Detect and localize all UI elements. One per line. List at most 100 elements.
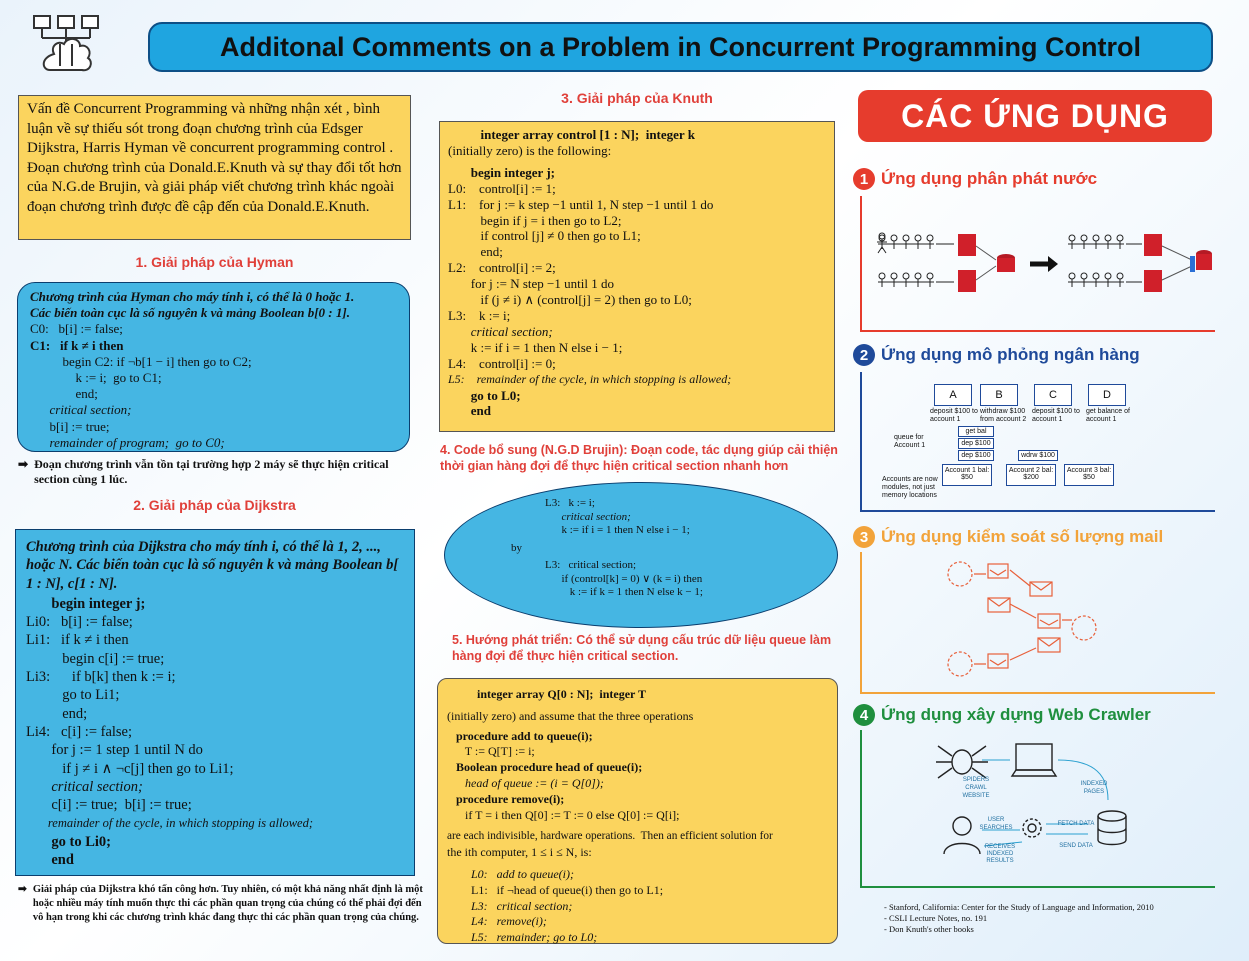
code-line: critical section; (30, 402, 132, 418)
code-line: Li3: if b[k] then k := i; (26, 669, 176, 686)
arrow-right-icon: ➡ (18, 884, 27, 895)
code-line: L5: remainder; go to L0; (447, 930, 598, 945)
reference-item: - Don Knuth's other books (884, 924, 974, 934)
app-3-panel (860, 552, 1215, 694)
code-line: L3: k := i; (448, 307, 511, 323)
crawler-label: SEND DATA (1059, 843, 1093, 849)
code-line: integer array Q[0 : N]; integer T (447, 687, 646, 701)
dijkstra-note: ➡ Giải pháp của Dijkstra khó tấn công hơ… (18, 883, 426, 925)
dijkstra-desc: Chương trình của Dijkstra cho máy tính i… (26, 539, 399, 592)
op-label: withdraw $100 from account 2 (980, 408, 1027, 423)
app-3-label: Ứng dụng kiểm soát số lượng mail (881, 527, 1164, 546)
code-line: begin C2: if ¬b[1 − i] then go to C2; (30, 353, 252, 369)
logo-icon (30, 14, 110, 84)
code-line: begin if j = i then go to L2; (448, 212, 622, 228)
code-line: begin integer j; (26, 595, 146, 612)
reference-item: - CSLI Lecture Notes, no. 191 (884, 913, 988, 923)
code-line: Boolean procedure head of queue(i); (447, 760, 643, 775)
code-line: critical section; (448, 323, 553, 339)
code-line: k := if i = 1 then N else i − 1; (448, 339, 623, 355)
queue-code-box: integer array Q[0 : N]; integer T (initi… (437, 678, 838, 944)
app-2-number: 2 (853, 344, 875, 366)
code-line: if control [j] ≠ 0 then go to L1; (448, 228, 641, 244)
code-line: k := i; go to C1; (30, 370, 162, 386)
code-line: go to Li0; (26, 833, 111, 850)
app-2-heading: 2 Ứng dụng mô phỏng ngân hàng (853, 344, 1140, 366)
apps-title: CÁC ỨNG DỤNG (858, 90, 1212, 142)
queue-label: queue for Account 1 (894, 434, 926, 449)
account-box: D (1088, 384, 1126, 406)
crawler-label: RECEIVES INDEXED RESULTS (984, 844, 1016, 864)
app-1-label: Ứng dụng phân phát nước (881, 169, 1098, 188)
reference-item: - Stanford, California: Center for the S… (884, 902, 1154, 912)
future-title: 5. Hướng phát triển: Có thể sử dụng cấu … (452, 633, 832, 663)
brujin-title: 4. Code bổ sung (N.G.D Brujin): Đoạn cod… (440, 443, 838, 473)
code-line: L3: k := i; (545, 497, 595, 509)
code-line: L4: remove(i); (447, 914, 547, 929)
dijkstra-code-box: Chương trình của Dijkstra cho máy tính i… (15, 529, 415, 876)
app-4-panel: SPIDERS CRAWL WEBSITE INDEXED PAGES USER… (860, 730, 1215, 888)
account-box: B (980, 384, 1018, 406)
hyman-note-text: Đoạn chương trình vẫn tồn tại trường hợp… (34, 457, 389, 486)
code-line: procedure add to queue(i); (447, 728, 593, 743)
account-box: C (1034, 384, 1072, 406)
code-line: Li4: c[i] := false; (26, 723, 133, 740)
code-line: k := if i = 1 then N else i − 1; (545, 524, 690, 536)
code-line: by (511, 541, 522, 554)
op-label: get balance of account 1 (1086, 408, 1130, 423)
water-dispenser-diagram (877, 232, 1212, 292)
queue-item: dep $100 (958, 450, 994, 461)
code-line: L2: control[i] := 2; (448, 260, 556, 276)
knuth-code-box: integer array control [1 : N]; integer k… (439, 121, 835, 432)
code-line: (initially zero) is the following: (448, 142, 612, 158)
code-line: procedure remove(i); (447, 791, 565, 806)
app-1-panel (860, 196, 1215, 332)
app-2-label: Ứng dụng mô phỏng ngân hàng (881, 345, 1140, 364)
web-crawler-diagram (936, 743, 1127, 855)
code-line: C0: b[i] := false; (30, 321, 123, 337)
code-line: for j := N step −1 until 1 do (448, 276, 614, 292)
app-1-number: 1 (853, 168, 875, 190)
code-line: integer array control [1 : N]; integer k (448, 127, 695, 142)
code-line: L1: if ¬head of queue(i) then go to L1; (447, 882, 664, 897)
hyman-title: 1. Giải pháp của Hyman (135, 254, 294, 270)
page-title: Additonal Comments on a Problem in Concu… (148, 22, 1213, 72)
op-label: deposit $100 to account 1 (1032, 408, 1080, 423)
code-line: if (control[k] = 0) ∨ (k = i) then (545, 572, 703, 585)
queue-item: wdrw $100 (1018, 450, 1058, 461)
crawler-label: INDEXED PAGES (1080, 781, 1108, 795)
hyman-desc-1: Chương trình của Hyman cho máy tính i, c… (30, 289, 355, 304)
code-line: C1: if k ≠ i then (30, 337, 124, 353)
queue-item: dep $100 (958, 438, 994, 449)
dijkstra-title: 2. Giải pháp của Dijkstra (133, 497, 296, 513)
references: - Stanford, California: Center for the S… (884, 902, 1214, 935)
app-3-number: 3 (853, 526, 875, 548)
code-line: T := Q[T] := i; (447, 744, 535, 759)
app-2-panel: A B C D deposit $100 to account 1 withdr… (860, 372, 1215, 512)
code-line: if (j ≠ i) ∧ (control[j] = 2) then go to… (448, 292, 692, 308)
hyman-desc-2: Các biến toàn cục là số nguyên k và mảng… (30, 305, 350, 321)
code-line: go to L0; (448, 387, 521, 403)
code-line: end; (26, 705, 88, 722)
code-line: Li1: if k ≠ i then (26, 632, 129, 649)
code-line: b[i] := true; (30, 418, 110, 434)
code-line: if j ≠ i ∧ ¬c[j] then go to Li1; (26, 760, 234, 777)
queue-item: get bal (958, 426, 994, 437)
code-line: head of queue := (i = Q[0]); (447, 775, 604, 790)
code-line: L3: critical section; (447, 898, 573, 913)
mail-control-diagram (947, 561, 1097, 677)
code-line: end (448, 403, 491, 419)
code-line: are each indivisible, hardware operation… (447, 830, 773, 843)
code-line: Li0: b[i] := false; (26, 614, 133, 631)
intro-box: Vấn đề Concurrent Programming và những n… (18, 95, 411, 240)
code-line: critical section; (545, 510, 631, 523)
code-line: L1: for j := k step −1 until 1, N step −… (448, 196, 714, 212)
code-line: L0: control[i] := 1; (448, 180, 556, 196)
code-line: L4: control[i] := 0; (448, 355, 556, 371)
account-box: A (934, 384, 972, 406)
brujin-code-ellipse: L3: k := i; critical section; k := if i … (444, 482, 838, 628)
op-label: deposit $100 to account 1 (930, 408, 978, 423)
code-line: the ith computer, 1 ≤ i ≤ N, is: (447, 845, 592, 860)
code-line: end (26, 852, 74, 869)
code-line: begin integer j; (448, 164, 555, 180)
